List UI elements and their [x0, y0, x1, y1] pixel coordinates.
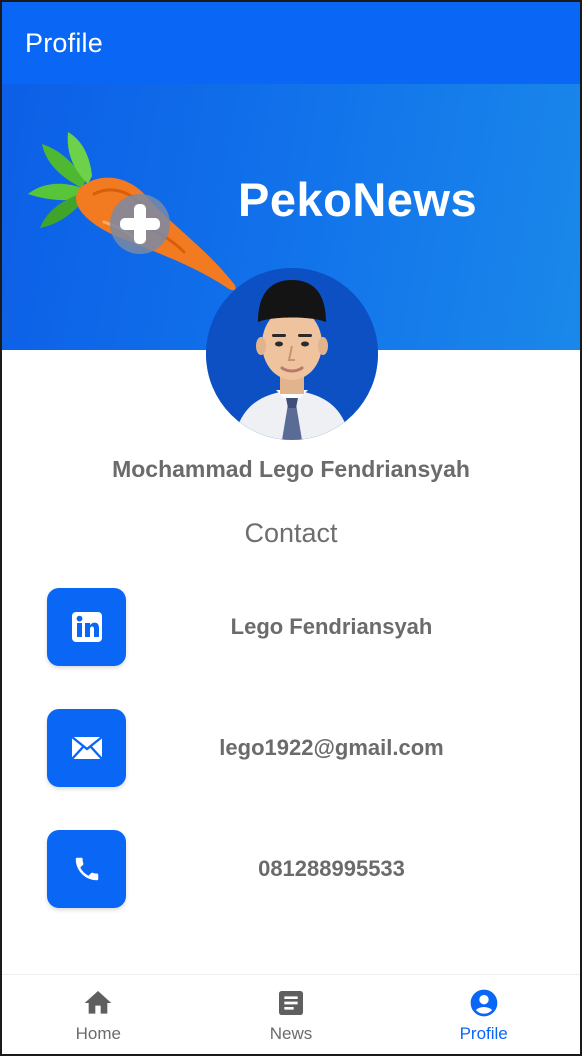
profile-name: Mochammad Lego Fendriansyah — [112, 456, 470, 482]
mail-icon — [70, 736, 103, 760]
phone-button[interactable] — [47, 830, 126, 908]
contact-phone-row: 081288995533 — [47, 830, 537, 908]
nav-news-label: News — [269, 1024, 313, 1043]
nav-news[interactable]: News — [195, 975, 388, 1054]
banner-brand: PekoNews — [238, 173, 478, 226]
app-screen: Profile PekoNews Mochammad Lego Fendrian… — [0, 0, 582, 1056]
linkedin-icon — [71, 612, 102, 642]
phone-icon — [75, 857, 98, 881]
email-text: lego1922@gmail.com — [219, 735, 444, 760]
nav-profile-label: Profile — [459, 1024, 508, 1043]
profile-photo — [206, 268, 378, 440]
contact-linkedin-row: Lego Fendriansyah — [47, 588, 537, 666]
linkedin-text: Lego Fendriansyah — [230, 614, 433, 639]
app-bar: Profile — [2, 2, 580, 84]
nav-profile[interactable]: Profile — [387, 975, 580, 1054]
app-bar-title: Profile — [25, 28, 103, 58]
linkedin-button[interactable] — [47, 588, 126, 666]
carrot-plus-logo-icon — [28, 132, 236, 291]
contact-heading: Contact — [244, 518, 338, 548]
phone-text: 081288995533 — [258, 856, 405, 881]
nav-home[interactable]: Home — [2, 975, 195, 1054]
bottom-navigation: Home News Profile — [2, 974, 580, 1054]
nav-home-label: Home — [75, 1024, 122, 1043]
email-button[interactable] — [47, 709, 126, 787]
profile-avatar — [206, 268, 378, 440]
account-circle-icon — [470, 989, 498, 1017]
article-icon — [279, 991, 303, 1015]
contact-email-row: lego1922@gmail.com — [47, 709, 537, 787]
home-icon — [84, 991, 112, 1014]
